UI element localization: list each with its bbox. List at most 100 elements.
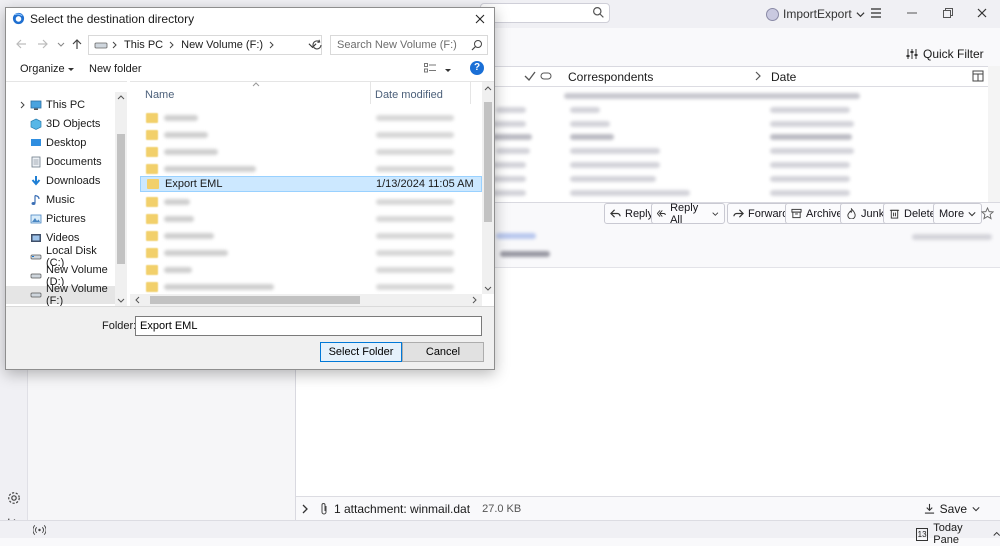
- recent-chevron-icon[interactable]: [57, 38, 65, 50]
- dialog-title: Select the destination directory: [30, 12, 195, 26]
- search-placeholder: Search New Volume (F:): [337, 39, 457, 51]
- more-button[interactable]: More: [933, 203, 983, 224]
- refresh-icon[interactable]: [311, 39, 323, 51]
- scroll-thumb[interactable]: [484, 102, 492, 222]
- navigation-scrollbar[interactable]: [115, 92, 127, 306]
- nav-item-music[interactable]: Music: [6, 191, 118, 209]
- correspondents-column-header[interactable]: Correspondents: [568, 70, 653, 84]
- archive-icon: [791, 208, 802, 219]
- list-item[interactable]: [492, 121, 526, 127]
- new-folder-button[interactable]: New folder: [89, 63, 142, 75]
- list-item[interactable]: [140, 110, 482, 126]
- expand-chevron-icon[interactable]: [20, 101, 26, 109]
- list-item[interactable]: [140, 161, 482, 177]
- nav-item-downloads[interactable]: Downloads: [6, 172, 118, 190]
- list-item[interactable]: [140, 144, 482, 160]
- nav-item-label: Downloads: [46, 175, 101, 187]
- sort-chevron-icon: [755, 71, 761, 81]
- list-item[interactable]: [140, 127, 482, 143]
- organize-menu[interactable]: Organize: [20, 63, 74, 75]
- scroll-thumb[interactable]: [150, 296, 360, 304]
- reply-all-button[interactable]: Reply All: [651, 202, 725, 226]
- attachment-column-icon[interactable]: [540, 70, 552, 82]
- nav-item-pictures[interactable]: Pictures: [6, 210, 118, 228]
- scroll-thumb[interactable]: [117, 134, 125, 264]
- close-icon[interactable]: [472, 11, 488, 27]
- breadcrumb-this-pc[interactable]: This PC: [124, 39, 163, 51]
- thunderbird-logo-icon: [12, 12, 25, 25]
- scroll-right-icon[interactable]: [472, 296, 478, 304]
- list-item[interactable]: [496, 107, 526, 113]
- scroll-up-icon[interactable]: [117, 94, 125, 100]
- cancel-button[interactable]: Cancel: [402, 342, 484, 362]
- list-item[interactable]: [492, 134, 532, 140]
- list-item[interactable]: [140, 245, 482, 261]
- global-search-input[interactable]: [480, 3, 610, 23]
- folder-name-input[interactable]: [135, 316, 482, 336]
- chevron-right-icon[interactable]: [301, 504, 309, 514]
- download-icon: [924, 503, 934, 514]
- chevron-down-icon[interactable]: [712, 210, 719, 218]
- select-folder-button[interactable]: Select Folder: [320, 342, 402, 362]
- nav-item-documents[interactable]: Documents: [6, 153, 118, 171]
- name-column-header[interactable]: Name: [145, 89, 174, 101]
- scroll-up-icon[interactable]: [484, 85, 492, 91]
- account-menu[interactable]: ImportExport: [766, 4, 865, 24]
- date-column-header[interactable]: Date: [771, 70, 796, 84]
- nav-item-label: Videos: [46, 232, 80, 244]
- drive-icon: [30, 254, 42, 260]
- attachment-bar[interactable]: 1 attachment: winmail.dat 27.0 KB Save: [296, 496, 1000, 520]
- list-item[interactable]: [140, 279, 482, 295]
- navigation-pane: This PC 3D Objects Desktop Documents Dow…: [6, 81, 127, 307]
- online-status-icon[interactable]: [33, 524, 46, 536]
- breadcrumb-new-volume-f[interactable]: New Volume (F:): [181, 39, 263, 51]
- star-icon[interactable]: [981, 207, 994, 220]
- scroll-down-icon[interactable]: [484, 286, 492, 292]
- nav-item-this-pc[interactable]: This PC: [6, 96, 118, 114]
- dialog-titlebar[interactable]: Select the destination directory: [6, 8, 494, 30]
- list-item[interactable]: [140, 228, 482, 244]
- reply-label: Reply: [625, 207, 654, 220]
- change-view-button[interactable]: [424, 63, 452, 76]
- list-item[interactable]: [140, 262, 482, 278]
- list-item[interactable]: [492, 190, 526, 196]
- chevron-down-icon: [968, 211, 976, 216]
- up-arrow-icon[interactable]: [71, 38, 83, 50]
- column-picker-icon[interactable]: [972, 70, 984, 82]
- date-modified-column-header[interactable]: Date modified: [375, 89, 443, 101]
- selected-folder-name: Export EML: [165, 178, 223, 190]
- file-list-vertical-scrollbar[interactable]: [482, 82, 494, 294]
- list-item[interactable]: [496, 148, 530, 154]
- scroll-down-icon[interactable]: [117, 298, 125, 304]
- delete-label: Delete: [904, 207, 936, 220]
- forward-arrow-icon[interactable]: [37, 38, 49, 50]
- close-window-button[interactable]: [974, 5, 990, 21]
- nav-item-3d-objects[interactable]: 3D Objects: [6, 115, 118, 133]
- back-arrow-icon[interactable]: [15, 38, 27, 50]
- list-item[interactable]: [140, 194, 482, 210]
- list-item[interactable]: [492, 176, 526, 182]
- list-item[interactable]: [564, 93, 860, 99]
- list-item[interactable]: [140, 211, 482, 227]
- attachment-text[interactable]: 1 attachment: winmail.dat: [334, 502, 470, 516]
- save-attachment-button[interactable]: Save: [924, 502, 980, 516]
- nav-item-desktop[interactable]: Desktop: [6, 134, 118, 152]
- thread-icon[interactable]: [524, 70, 536, 82]
- documents-icon: [31, 156, 41, 168]
- selected-folder-row[interactable]: Export EML 1/13/2024 11:05 AM: [140, 176, 482, 192]
- folder-search-input[interactable]: Search New Volume (F:): [330, 35, 488, 55]
- file-list-horizontal-scrollbar[interactable]: [130, 294, 482, 306]
- navigation-bar: This PC New Volume (F:) Search New Volum…: [6, 32, 494, 58]
- restore-button[interactable]: [940, 5, 956, 21]
- quick-filter-button[interactable]: Quick Filter: [906, 47, 984, 61]
- list-item[interactable]: [492, 162, 526, 168]
- message-list-scrollbar[interactable]: [988, 66, 1000, 202]
- today-pane-button[interactable]: 13 Today Pane: [916, 522, 1000, 546]
- scroll-left-icon[interactable]: [134, 296, 140, 304]
- nav-item-new-volume-f[interactable]: New Volume (F:): [6, 283, 118, 307]
- help-icon[interactable]: ?: [470, 61, 484, 75]
- address-bar[interactable]: This PC New Volume (F:): [88, 35, 322, 55]
- settings-gear-icon[interactable]: [7, 491, 21, 505]
- app-menu-button[interactable]: [868, 5, 884, 21]
- minimize-button[interactable]: [904, 5, 920, 21]
